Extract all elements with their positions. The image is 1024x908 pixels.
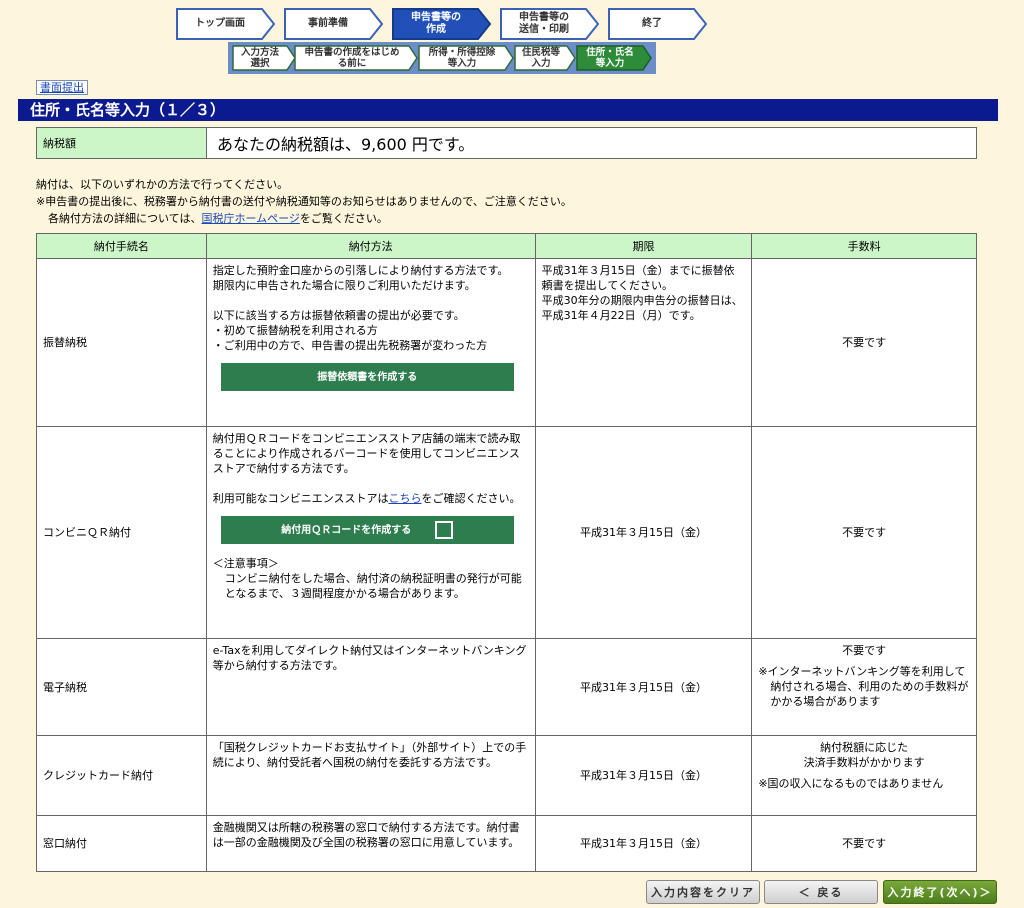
desc-text: 指定した預貯金口座からの引落しにより納付する方法です。 (212, 264, 509, 277)
desc-text: をご確認ください。 (421, 492, 521, 505)
step-preparation: 事前準備 (284, 8, 384, 40)
substep-label: 所得・所得控除 等入力 (428, 47, 496, 69)
note-line: 納付は、以下のいずれかの方法で行ってください。 (36, 178, 289, 191)
desc-text: 納付用ＱＲコードをコンビニエンスストア店舗の端末で読み取ることにより作成されるバ… (212, 432, 521, 475)
qr-square-icon (435, 521, 454, 539)
method-deadline: 平成31年３月15日（金） (534, 735, 753, 816)
payment-methods-table: 納付手続名 納付方法 期限 手数料 振替納税 指定した預貯金口座からの引落しによ… (36, 233, 977, 872)
method-desc: 指定した預貯金口座からの引落しにより納付する方法です。 期限内に申告された場合に… (205, 258, 536, 427)
desc-text: ・ご利用中の方で、申告書の提出先税務署が変わった方 (212, 339, 488, 352)
fee-note: ※国の収入になるものではありません (758, 777, 944, 790)
method-desc: e-Taxを利用してダイレクト納付又はインターネットバンキング等から納付する方法… (205, 638, 536, 736)
step-create: 申告書等の 作成 (392, 8, 492, 40)
method-deadline: 平成31年３月15日（金） (534, 815, 753, 872)
deadline-text: 平成30年分の期限内申告分の振替日は、平成31年４月22日（月）です。 (541, 294, 743, 322)
header-fee: 手数料 (751, 233, 977, 259)
fee-note: ※インターネットバンキング等を利用して納付される場合、利用のための手数料がかかる… (758, 665, 969, 708)
substep-before-start: 申告書の作成をはじめ る前に (294, 45, 418, 71)
method-deadline: 平成31年３月15日（金） (534, 426, 753, 639)
table-row: コンビニＱＲ納付 納付用ＱＲコードをコンビニエンスストア店舗の端末で読み取ること… (36, 426, 977, 639)
step-label: 申告書等の 送信・印刷 (519, 12, 569, 35)
substep-label: 申告書の作成をはじめ る前に (304, 47, 400, 69)
clear-input-button[interactable]: 入力内容をクリア (646, 880, 760, 904)
create-qr-code-button[interactable]: 納付用ＱＲコードを作成する (220, 516, 514, 544)
tax-amount-label: 納税額 (37, 128, 207, 158)
note-text: 各納付方法の詳細については、 (48, 212, 202, 225)
nta-homepage-link[interactable]: 国税庁ホームページ (201, 212, 299, 225)
payment-notes: 納付は、以下のいずれかの方法で行ってください。 ※申告書の提出後に、税務署から納… (36, 176, 572, 227)
method-desc: 納付用ＱＲコードをコンビニエンスストア店舗の端末で読み取ることにより作成されるバ… (205, 426, 536, 639)
stores-link[interactable]: こちら (388, 492, 421, 505)
substep-label: 住所・氏名 等入力 (586, 47, 634, 69)
method-name: 電子納税 (36, 638, 207, 736)
step-label: 終了 (642, 18, 662, 29)
fee-text: 不要です (842, 644, 887, 657)
sub-steps: 入力方法 選択 申告書の作成をはじめ る前に 所得・所得控除 等入力 住民税等 … (228, 42, 656, 74)
method-deadline: 平成31年３月15日（金） (534, 638, 753, 736)
next-button[interactable]: 入力終了(次へ)＞ (883, 880, 997, 904)
desc-text: 期限内に申告された場合に限りご利用いただけます。 (212, 279, 476, 292)
note-text: をご覧ください。 (299, 212, 388, 225)
step-label: 事前準備 (308, 18, 348, 29)
table-row: クレジットカード納付 「国税クレジットカードお支払サイト」（外部サイト）上での手… (36, 735, 977, 816)
header-method-desc: 納付方法 (205, 233, 536, 259)
method-name: コンビニＱＲ納付 (36, 426, 207, 639)
desc-text: ・初めて振替納税を利用される方 (212, 324, 378, 337)
desc-text: 利用可能なコンビニエンスストアは (212, 492, 389, 505)
fee-text: 納付税額に応じた (820, 741, 909, 754)
table-row: 電子納税 e-Taxを利用してダイレクト納付又はインターネットバンキング等から納… (36, 638, 977, 736)
method-name: 振替納税 (36, 258, 207, 427)
page-title: 住所・氏名等入力（１／３） (18, 99, 998, 121)
method-fee: 納付税額に応じた 決済手数料がかかります ※国の収入になるものではありません (751, 735, 977, 816)
progress-steps: トップ画面 事前準備 申告書等の 作成 申告書等の 送信・印刷 終了 (176, 8, 716, 40)
tax-amount-value: あなたの納税額は、9,600 円です。 (217, 135, 475, 154)
method-name: 窓口納付 (36, 815, 207, 872)
substep-input-method: 入力方法 選択 (232, 45, 296, 71)
table-header-row: 納付手続名 納付方法 期限 手数料 (36, 233, 977, 259)
caution-text: コンビニ納付をした場合、納付済の納税証明書の発行が可能となるまで、３週間程度かか… (224, 572, 522, 600)
method-desc: 「国税クレジットカードお支払サイト」（外部サイト）上での手続により、納付受託者へ… (205, 735, 536, 816)
substep-address-name: 住所・氏名 等入力 (576, 45, 652, 71)
header-method-name: 納付手続名 (36, 233, 207, 259)
method-desc: 金融機関又は所轄の税務署の窓口で納付する方法です。納付書は一部の金融機関及び全国… (205, 815, 536, 872)
table-row: 振替納税 指定した預貯金口座からの引落しにより納付する方法です。 期限内に申告さ… (36, 258, 977, 427)
step-label: 申告書等の 作成 (411, 12, 461, 35)
substep-income-input: 所得・所得控除 等入力 (418, 45, 514, 71)
step-send-print: 申告書等の 送信・印刷 (500, 8, 600, 40)
header-deadline: 期限 (534, 233, 753, 259)
button-label: 納付用ＱＲコードを作成する (281, 524, 412, 536)
method-fee: 不要です (751, 258, 977, 427)
method-fee: 不要です (751, 815, 977, 872)
table-row: 窓口納付 金融機関又は所轄の税務署の窓口で納付する方法です。納付書は一部の金融機… (36, 815, 977, 872)
back-button[interactable]: ＜ 戻る (764, 880, 878, 904)
note-line: 各納付方法の詳細については、国税庁ホームページをご覧ください。 (36, 210, 572, 227)
substep-resident-tax: 住民税等 入力 (514, 45, 576, 71)
tax-amount-box: 納税額 あなたの納税額は、9,600 円です。 (36, 127, 977, 159)
desc-text: 以下に該当する方は振替依頼書の提出が必要です。 (212, 309, 465, 322)
create-transfer-form-button[interactable]: 振替依頼書を作成する (220, 363, 514, 391)
paper-submission-link[interactable]: 書面提出 (36, 80, 88, 95)
deadline-text: 平成31年３月15日（金）までに振替依頼書を提出してください。 (541, 264, 735, 292)
method-fee: 不要です ※インターネットバンキング等を利用して納付される場合、利用のための手数… (751, 638, 977, 736)
method-fee: 不要です (751, 426, 977, 639)
substep-label: 入力方法 選択 (240, 47, 279, 69)
step-top: トップ画面 (176, 8, 276, 40)
substep-label: 住民税等 入力 (521, 47, 560, 69)
fee-text: 決済手数料がかかります (803, 756, 925, 769)
step-label: トップ画面 (195, 18, 245, 29)
desc-text: 利用可能なコンビニエンスストアはこちらをご確認ください。 (213, 491, 529, 506)
step-finish: 終了 (608, 8, 708, 40)
method-deadline: 平成31年３月15日（金）までに振替依頼書を提出してください。 平成30年分の期… (534, 258, 753, 427)
note-line: ※申告書の提出後に、税務署から納付書の送付や納税通知等のお知らせはありませんので… (36, 195, 572, 208)
caution-title: ＜注意事項＞ (212, 557, 279, 570)
method-name: クレジットカード納付 (36, 735, 207, 816)
